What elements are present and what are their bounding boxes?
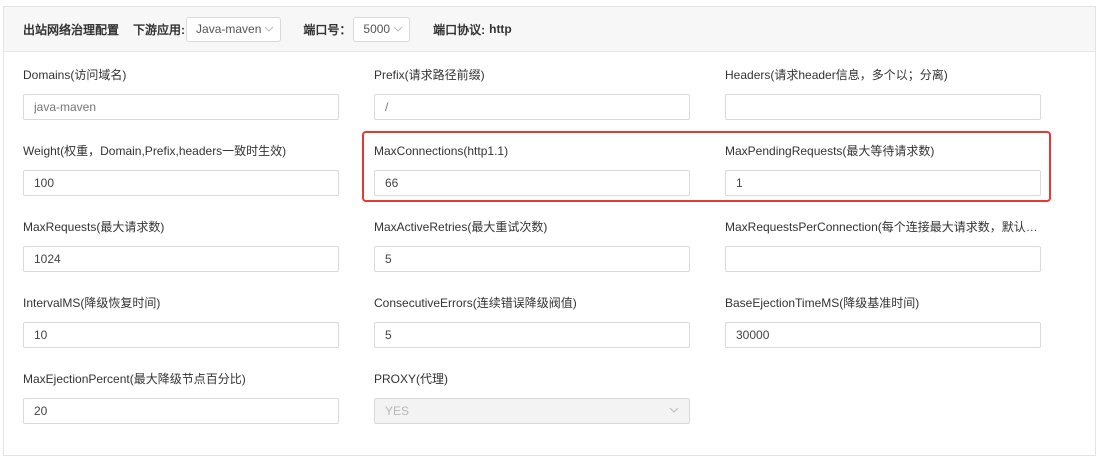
max-requests-per-connection-input[interactable] <box>725 246 1041 272</box>
max-requests-input[interactable] <box>23 246 339 272</box>
max-connections-field: MaxConnections(http1.1) <box>374 143 694 196</box>
proxy-field: PROXY(代理) YES <box>374 371 694 424</box>
prefix-label: Prefix(请求路径前缀) <box>374 68 485 82</box>
downstream-app-label: 下游应用: <box>133 22 186 37</box>
max-pending-requests-field: MaxPendingRequests(最大等待请求数) <box>725 143 1045 196</box>
interval-ms-label: IntervalMS(降级恢复时间) <box>23 296 161 310</box>
max-connections-input[interactable] <box>374 170 690 196</box>
consecutive-errors-field: ConsecutiveErrors(连续错误降级阀值) <box>374 295 694 348</box>
port-value: 5000 <box>363 22 391 36</box>
max-pending-requests-label: MaxPendingRequests(最大等待请求数) <box>725 144 935 158</box>
max-active-retries-input[interactable] <box>374 246 690 272</box>
base-ejection-time-input[interactable] <box>725 322 1041 348</box>
config-header: 出站网络治理配置 下游应用: Java-maven 端口号： 5000 端口协议… <box>4 7 1095 52</box>
port-label: 端口号： <box>303 22 352 37</box>
max-ejection-percent-label: MaxEjectionPercent(最大降级节点百分比) <box>23 372 246 386</box>
chevron-down-icon <box>393 24 403 34</box>
prefix-input[interactable] <box>374 94 690 120</box>
downstream-app-value: Java-maven <box>196 22 262 36</box>
base-ejection-time-label: BaseEjectionTimeMS(降级基准时间) <box>725 296 920 310</box>
protocol-value: http <box>489 22 512 36</box>
weight-label: Weight(权重，Domain,Prefix,headers一致时生效) <box>23 144 287 158</box>
consecutive-errors-label: ConsecutiveErrors(连续错误降级阀值) <box>374 296 577 310</box>
headers-field: Headers(请求header信息，多个以；分离) <box>725 67 1045 120</box>
interval-ms-input[interactable] <box>23 322 339 348</box>
weight-field: Weight(权重，Domain,Prefix,headers一致时生效) <box>23 143 343 196</box>
domains-label: Domains(访问域名) <box>23 68 127 82</box>
port-select[interactable]: 5000 <box>353 16 411 42</box>
headers-label: Headers(请求header信息，多个以；分离) <box>725 68 948 82</box>
chevron-down-icon <box>669 404 679 418</box>
downstream-app-select[interactable]: Java-maven <box>186 16 282 42</box>
max-active-retries-label: MaxActiveRetries(最大重试次数) <box>374 220 548 234</box>
proxy-value: YES <box>385 404 410 418</box>
proxy-select[interactable]: YES <box>374 398 690 424</box>
prefix-field: Prefix(请求路径前缀) <box>374 67 694 120</box>
max-ejection-percent-field: MaxEjectionPercent(最大降级节点百分比) <box>23 371 343 424</box>
max-requests-per-connection-field: MaxRequestsPerConnection(每个连接最大请求数，默认不..… <box>725 219 1045 272</box>
consecutive-errors-input[interactable] <box>374 322 690 348</box>
domains-input[interactable] <box>23 94 339 120</box>
base-ejection-time-field: BaseEjectionTimeMS(降级基准时间) <box>725 295 1045 348</box>
domains-field: Domains(访问域名) <box>23 67 343 120</box>
max-pending-requests-input[interactable] <box>725 170 1041 196</box>
max-ejection-percent-input[interactable] <box>23 398 339 424</box>
max-connections-label: MaxConnections(http1.1) <box>374 144 509 158</box>
interval-ms-field: IntervalMS(降级恢复时间) <box>23 295 343 348</box>
weight-input[interactable] <box>23 170 339 196</box>
proxy-label: PROXY(代理) <box>374 372 449 386</box>
protocol-label: 端口协议: <box>433 22 486 37</box>
max-requests-label: MaxRequests(最大请求数) <box>23 220 165 234</box>
chevron-down-icon <box>264 24 274 34</box>
max-active-retries-field: MaxActiveRetries(最大重试次数) <box>374 219 694 272</box>
headers-input[interactable] <box>725 94 1041 120</box>
max-requests-field: MaxRequests(最大请求数) <box>23 219 343 272</box>
config-title: 出站网络治理配置 <box>23 22 120 37</box>
max-requests-per-connection-label: MaxRequestsPerConnection(每个连接最大请求数，默认不..… <box>725 220 1045 234</box>
